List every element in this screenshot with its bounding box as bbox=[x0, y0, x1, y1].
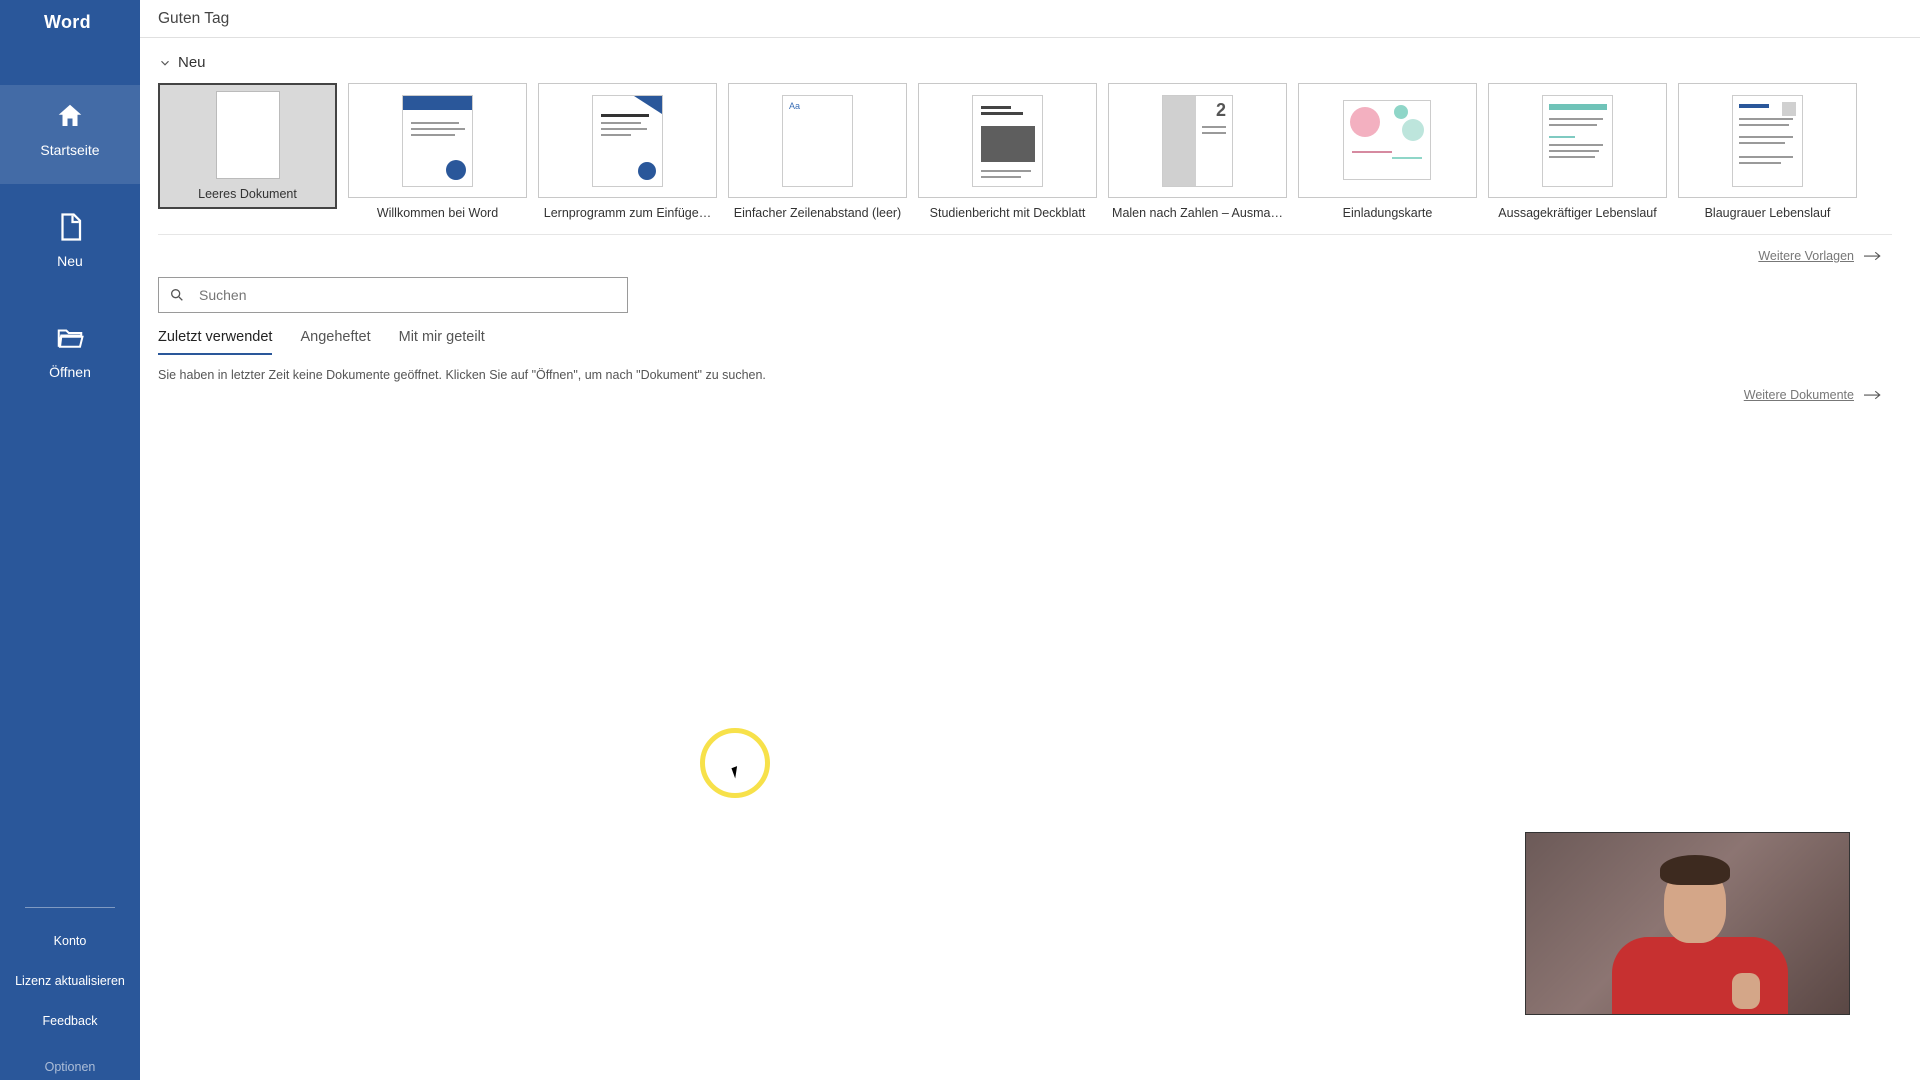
section-heading-label: Neu bbox=[178, 54, 206, 71]
template-blank-document[interactable]: Leeres Dokument bbox=[158, 83, 337, 209]
template-coloring[interactable]: 2 Malen nach Zahlen – Ausma… bbox=[1108, 83, 1287, 220]
template-caption: Blaugrauer Lebenslauf bbox=[1680, 206, 1855, 220]
home-icon bbox=[55, 101, 85, 136]
divider bbox=[25, 907, 115, 908]
sidebar-item-startseite[interactable]: Startseite bbox=[0, 85, 140, 184]
app-title: Word bbox=[0, 0, 140, 45]
template-caption: Einladungskarte bbox=[1300, 206, 1475, 220]
arrow-right-icon bbox=[1864, 389, 1882, 401]
recent-tabs: Zuletzt verwendet Angeheftet Mit mir get… bbox=[158, 329, 1892, 356]
greeting-text: Guten Tag bbox=[158, 10, 229, 28]
header-bar: Guten Tag bbox=[140, 0, 1920, 38]
template-caption: Studienbericht mit Deckblatt bbox=[920, 206, 1095, 220]
folder-open-icon bbox=[55, 323, 85, 358]
sidebar-item-neu[interactable]: Neu bbox=[0, 184, 140, 295]
template-welcome[interactable]: Willkommen bei Word bbox=[348, 83, 527, 220]
sidebar-link-konto[interactable]: Konto bbox=[48, 930, 93, 952]
sidebar-link-feedback[interactable]: Feedback bbox=[37, 1010, 104, 1032]
search-icon bbox=[169, 287, 185, 303]
sidebar: Word Startseite Neu Öffnen Konto Lizenz … bbox=[0, 0, 140, 1080]
template-bold-resume[interactable]: Aussagekräftiger Lebenslauf bbox=[1488, 83, 1667, 220]
template-caption: Willkommen bei Word bbox=[350, 206, 525, 220]
template-study-report[interactable]: Studienbericht mit Deckblatt bbox=[918, 83, 1097, 220]
template-caption: Malen nach Zahlen – Ausma… bbox=[1110, 206, 1285, 220]
more-documents-link[interactable]: Weitere Dokumente bbox=[1744, 388, 1882, 402]
tab-shared[interactable]: Mit mir geteilt bbox=[399, 329, 485, 355]
tab-recent[interactable]: Zuletzt verwendet bbox=[158, 329, 272, 355]
template-caption: Einfacher Zeilenabstand (leer) bbox=[730, 206, 905, 220]
arrow-right-icon bbox=[1864, 250, 1882, 262]
tab-pinned[interactable]: Angeheftet bbox=[300, 329, 370, 355]
sidebar-item-oeffnen[interactable]: Öffnen bbox=[0, 295, 140, 406]
section-heading-neu[interactable]: Neu bbox=[158, 54, 1892, 71]
sidebar-link-lizenz[interactable]: Lizenz aktualisieren bbox=[9, 970, 131, 992]
search-input[interactable] bbox=[199, 287, 617, 303]
template-gallery: Leeres Dokument Willkommen bei Word bbox=[158, 83, 1892, 235]
empty-recent-message: Sie haben in letzter Zeit keine Dokument… bbox=[158, 368, 1892, 382]
template-single-spacing[interactable]: Aa Einfacher Zeilenabstand (leer) bbox=[728, 83, 907, 220]
template-caption: Leeres Dokument bbox=[160, 187, 335, 201]
template-invitation[interactable]: Einladungskarte bbox=[1298, 83, 1477, 220]
sidebar-link-optionen[interactable]: Optionen bbox=[39, 1056, 102, 1078]
template-caption: Lernprogramm zum Einfüge… bbox=[540, 206, 715, 220]
sidebar-item-label: Öffnen bbox=[49, 364, 91, 380]
sidebar-item-label: Neu bbox=[57, 253, 83, 269]
more-templates-link[interactable]: Weitere Vorlagen bbox=[1758, 249, 1882, 263]
cursor-highlight bbox=[700, 728, 770, 798]
chevron-down-icon bbox=[158, 56, 172, 70]
template-caption: Aussagekräftiger Lebenslauf bbox=[1490, 206, 1665, 220]
template-insert-tutorial[interactable]: Lernprogramm zum Einfüge… bbox=[538, 83, 717, 220]
more-templates-label: Weitere Vorlagen bbox=[1758, 249, 1854, 263]
template-blue-gray-resume[interactable]: Blaugrauer Lebenslauf bbox=[1678, 83, 1857, 220]
more-documents-label: Weitere Dokumente bbox=[1744, 388, 1854, 402]
main-area: Guten Tag Neu Leeres Dokument bbox=[140, 0, 1920, 1080]
webcam-overlay bbox=[1525, 832, 1850, 1015]
sidebar-item-label: Startseite bbox=[40, 142, 99, 158]
document-icon bbox=[55, 212, 85, 247]
search-box[interactable] bbox=[158, 277, 628, 313]
